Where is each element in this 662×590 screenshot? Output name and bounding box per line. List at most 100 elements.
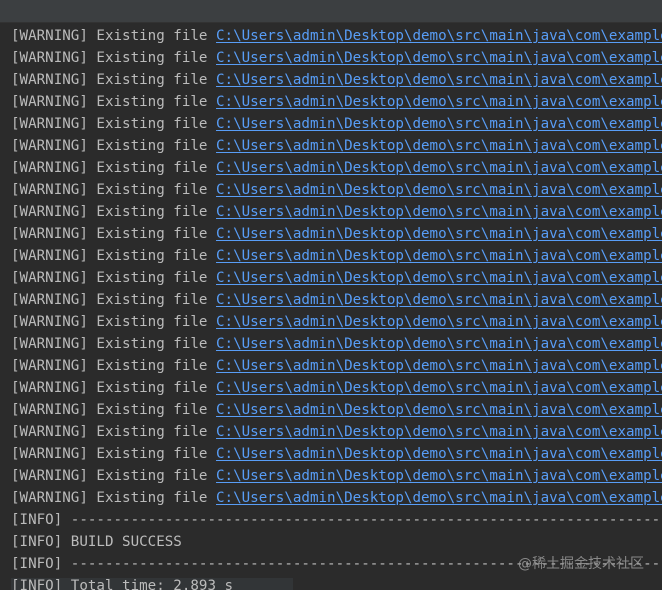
- warning-tag: [WARNING]: [11, 292, 88, 308]
- warning-tag: [WARNING]: [11, 72, 88, 88]
- existing-file-text: Existing file: [96, 424, 208, 440]
- build-success-line: [INFO] BUILD SUCCESS: [11, 531, 182, 553]
- file-path-link[interactable]: C:\Users\admin\Desktop\demo\src\main\jav…: [216, 336, 662, 352]
- warning-line: [WARNING] Existing file C:\Users\admin\D…: [11, 69, 662, 91]
- existing-file-text: Existing file: [96, 94, 208, 110]
- watermark: @稀土掘金技术社区: [518, 556, 644, 572]
- build-success-text: BUILD SUCCESS: [70, 534, 182, 550]
- file-path-link[interactable]: C:\Users\admin\Desktop\demo\src\main\jav…: [216, 490, 662, 506]
- separator-text: ----------------------------------------…: [70, 512, 662, 528]
- file-path-link[interactable]: C:\Users\admin\Desktop\demo\src\main\jav…: [216, 468, 662, 484]
- file-path-link[interactable]: C:\Users\admin\Desktop\demo\src\main\jav…: [216, 28, 662, 44]
- file-path-link[interactable]: C:\Users\admin\Desktop\demo\src\main\jav…: [216, 424, 662, 440]
- warning-tag: [WARNING]: [11, 28, 88, 44]
- warning-line: [WARNING] Existing file C:\Users\admin\D…: [11, 333, 662, 355]
- file-path-link[interactable]: C:\Users\admin\Desktop\demo\src\main\jav…: [216, 270, 662, 286]
- existing-file-text: Existing file: [96, 292, 208, 308]
- warning-line: [WARNING] Existing file C:\Users\admin\D…: [11, 311, 662, 333]
- file-path-link[interactable]: C:\Users\admin\Desktop\demo\src\main\jav…: [216, 160, 662, 176]
- warning-tag: [WARNING]: [11, 270, 88, 286]
- warning-tag: [WARNING]: [11, 402, 88, 418]
- warning-tag: [WARNING]: [11, 424, 88, 440]
- info-tag: [INFO]: [11, 578, 63, 590]
- info-tag: [INFO]: [11, 556, 63, 572]
- warning-tag: [WARNING]: [11, 226, 88, 242]
- file-path-link[interactable]: C:\Users\admin\Desktop\demo\src\main\jav…: [216, 50, 662, 66]
- warning-tag: [WARNING]: [11, 358, 88, 374]
- warning-line: [WARNING] Existing file C:\Users\admin\D…: [11, 267, 662, 289]
- warning-line: [WARNING] Existing file C:\Users\admin\D…: [11, 289, 662, 311]
- warning-tag: [WARNING]: [11, 116, 88, 132]
- file-path-link[interactable]: C:\Users\admin\Desktop\demo\src\main\jav…: [216, 94, 662, 110]
- warning-line: [WARNING] Existing file C:\Users\admin\D…: [11, 47, 662, 69]
- file-path-link[interactable]: C:\Users\admin\Desktop\demo\src\main\jav…: [216, 182, 662, 198]
- existing-file-text: Existing file: [96, 490, 208, 506]
- warning-tag: [WARNING]: [11, 446, 88, 462]
- warning-tag: [WARNING]: [11, 204, 88, 220]
- existing-file-text: Existing file: [96, 182, 208, 198]
- file-path-link[interactable]: C:\Users\admin\Desktop\demo\src\main\jav…: [216, 138, 662, 154]
- warning-line: [WARNING] Existing file C:\Users\admin\D…: [11, 157, 662, 179]
- warning-tag: [WARNING]: [11, 160, 88, 176]
- total-time-highlight: [INFO] Total time: 2.893 s: [11, 578, 294, 590]
- existing-file-text: Existing file: [96, 72, 208, 88]
- file-path-link[interactable]: C:\Users\admin\Desktop\demo\src\main\jav…: [216, 358, 662, 374]
- file-path-link[interactable]: C:\Users\admin\Desktop\demo\src\main\jav…: [216, 446, 662, 462]
- warning-line: [WARNING] Existing file C:\Users\admin\D…: [11, 179, 662, 201]
- info-separator-line: [INFO] ---------------------------------…: [11, 509, 662, 531]
- warning-tag: [WARNING]: [11, 490, 88, 506]
- existing-file-text: Existing file: [96, 248, 208, 264]
- warning-tag: [WARNING]: [11, 94, 88, 110]
- existing-file-text: Existing file: [96, 380, 208, 396]
- console-toolbar: [0, 0, 662, 23]
- warning-tag: [WARNING]: [11, 50, 88, 66]
- info-tag: [INFO]: [11, 534, 63, 550]
- warning-line: [WARNING] Existing file C:\Users\admin\D…: [11, 245, 662, 267]
- existing-file-text: Existing file: [96, 204, 208, 220]
- warning-tag: [WARNING]: [11, 138, 88, 154]
- file-path-link[interactable]: C:\Users\admin\Desktop\demo\src\main\jav…: [216, 204, 662, 220]
- info-tag: [INFO]: [11, 512, 63, 528]
- file-path-link[interactable]: C:\Users\admin\Desktop\demo\src\main\jav…: [216, 380, 662, 396]
- warning-tag: [WARNING]: [11, 182, 88, 198]
- existing-file-text: Existing file: [96, 446, 208, 462]
- warning-line: [WARNING] Existing file C:\Users\admin\D…: [11, 399, 662, 421]
- warning-line: [WARNING] Existing file C:\Users\admin\D…: [11, 201, 662, 223]
- existing-file-text: Existing file: [96, 402, 208, 418]
- warning-line: [WARNING] Existing file C:\Users\admin\D…: [11, 135, 662, 157]
- warning-line: [WARNING] Existing file C:\Users\admin\D…: [11, 91, 662, 113]
- file-path-link[interactable]: C:\Users\admin\Desktop\demo\src\main\jav…: [216, 72, 662, 88]
- warning-tag: [WARNING]: [11, 248, 88, 264]
- warning-line: [WARNING] Existing file C:\Users\admin\D…: [11, 443, 662, 465]
- existing-file-text: Existing file: [96, 160, 208, 176]
- warning-line: [WARNING] Existing file C:\Users\admin\D…: [11, 113, 662, 135]
- file-path-link[interactable]: C:\Users\admin\Desktop\demo\src\main\jav…: [216, 314, 662, 330]
- file-path-link[interactable]: C:\Users\admin\Desktop\demo\src\main\jav…: [216, 116, 662, 132]
- console-window: [WARNING] Existing file C:\Users\admin\D…: [0, 0, 662, 590]
- warning-line: [WARNING] Existing file C:\Users\admin\D…: [11, 421, 662, 443]
- console-output[interactable]: [WARNING] Existing file C:\Users\admin\D…: [0, 25, 662, 590]
- existing-file-text: Existing file: [96, 50, 208, 66]
- existing-file-text: Existing file: [96, 358, 208, 374]
- warning-line: [WARNING] Existing file C:\Users\admin\D…: [11, 465, 662, 487]
- existing-file-text: Existing file: [96, 116, 208, 132]
- existing-file-text: Existing file: [96, 314, 208, 330]
- warning-line: [WARNING] Existing file C:\Users\admin\D…: [11, 487, 662, 509]
- warning-tag: [WARNING]: [11, 468, 88, 484]
- warning-line: [WARNING] Existing file C:\Users\admin\D…: [11, 377, 662, 399]
- file-path-link[interactable]: C:\Users\admin\Desktop\demo\src\main\jav…: [216, 292, 662, 308]
- file-path-link[interactable]: C:\Users\admin\Desktop\demo\src\main\jav…: [216, 402, 662, 418]
- existing-file-text: Existing file: [96, 28, 208, 44]
- warning-line: [WARNING] Existing file C:\Users\admin\D…: [11, 25, 662, 47]
- warning-line: [WARNING] Existing file C:\Users\admin\D…: [11, 355, 662, 377]
- existing-file-text: Existing file: [96, 468, 208, 484]
- existing-file-text: Existing file: [96, 336, 208, 352]
- file-path-link[interactable]: C:\Users\admin\Desktop\demo\src\main\jav…: [216, 248, 662, 264]
- file-path-link[interactable]: C:\Users\admin\Desktop\demo\src\main\jav…: [216, 226, 662, 242]
- existing-file-text: Existing file: [96, 138, 208, 154]
- warning-line: [WARNING] Existing file C:\Users\admin\D…: [11, 223, 662, 245]
- warning-tag: [WARNING]: [11, 336, 88, 352]
- total-time-line: [INFO] Total time: 2.893 s: [11, 575, 294, 590]
- warning-tag: [WARNING]: [11, 314, 88, 330]
- existing-file-text: Existing file: [96, 270, 208, 286]
